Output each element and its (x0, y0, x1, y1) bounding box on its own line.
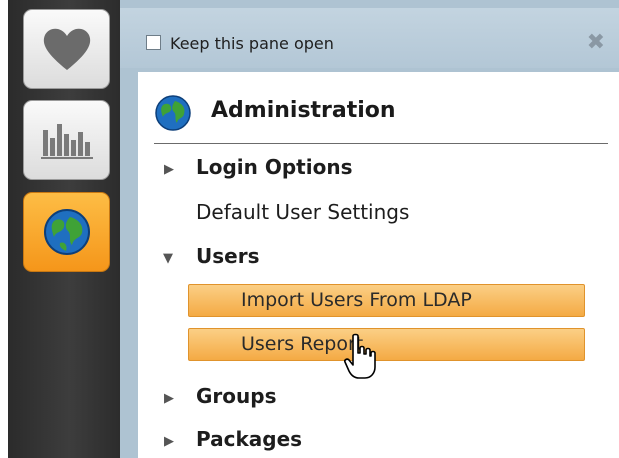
reports-button[interactable] (23, 100, 110, 180)
globe-icon (155, 95, 191, 131)
keep-open-checkbox[interactable] (146, 35, 161, 50)
nav-item-login-options[interactable]: Login Options (196, 155, 352, 179)
favorites-button[interactable] (23, 9, 110, 89)
left-rail (8, 0, 120, 458)
expand-arrow-icon[interactable]: ▶ (164, 391, 174, 406)
navigation-pane: Keep this pane open ✖ Administration ▶ L… (120, 0, 619, 458)
expand-arrow-icon[interactable]: ▶ (164, 162, 174, 177)
nav-item-users[interactable]: Users (196, 244, 259, 268)
section-title: Administration (211, 98, 396, 123)
nav-item-default-user-settings[interactable]: Default User Settings (196, 200, 409, 224)
globe-icon (43, 209, 90, 255)
administration-button[interactable] (23, 192, 110, 272)
keep-open-label: Keep this pane open (170, 34, 334, 53)
nav-item-import-users-from-ldap[interactable]: Import Users From LDAP (188, 284, 585, 317)
nav-item-users-report[interactable]: Users Report (188, 328, 585, 361)
bar-chart-icon (40, 124, 93, 159)
collapse-arrow-icon[interactable]: ▼ (163, 251, 173, 266)
hand-cursor-icon (344, 333, 376, 379)
divider (154, 143, 608, 144)
heart-icon (43, 28, 90, 70)
pane-content: Administration ▶ Login Options Default U… (138, 72, 619, 458)
nav-item-packages[interactable]: Packages (196, 427, 302, 451)
app-screen: Keep this pane open ✖ Administration ▶ L… (0, 0, 619, 458)
expand-arrow-icon[interactable]: ▶ (164, 434, 174, 449)
close-icon[interactable]: ✖ (587, 30, 605, 55)
nav-item-groups[interactable]: Groups (196, 384, 276, 408)
